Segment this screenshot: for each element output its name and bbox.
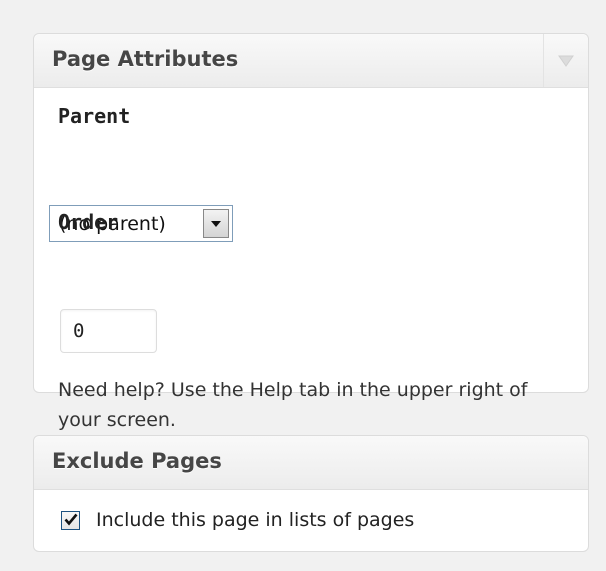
chevron-down-icon: [558, 55, 574, 67]
checkmark-icon: [64, 511, 78, 530]
exclude-pages-box: Exclude Pages Include this page in lists…: [33, 435, 589, 552]
include-in-lists-label: Include this page in lists of pages: [96, 509, 415, 531]
order-label: Order: [58, 210, 119, 234]
page-attributes-header[interactable]: Page Attributes: [34, 34, 588, 88]
dropdown-arrow-icon[interactable]: [203, 209, 229, 238]
include-in-lists-option[interactable]: Include this page in lists of pages: [61, 509, 414, 531]
exclude-pages-title: Exclude Pages: [52, 449, 222, 473]
parent-label: Parent: [58, 104, 131, 128]
include-in-lists-checkbox[interactable]: [61, 510, 80, 530]
toggle-panel-button[interactable]: [543, 34, 588, 87]
help-text: Need help? Use the Help tab in the upper…: [58, 379, 528, 431]
order-input[interactable]: [60, 309, 157, 353]
page-attributes-box: Page Attributes Parent (no parent) Order…: [33, 33, 589, 431]
exclude-pages-header[interactable]: Exclude Pages: [34, 436, 588, 490]
page-attributes-title: Page Attributes: [52, 47, 239, 71]
